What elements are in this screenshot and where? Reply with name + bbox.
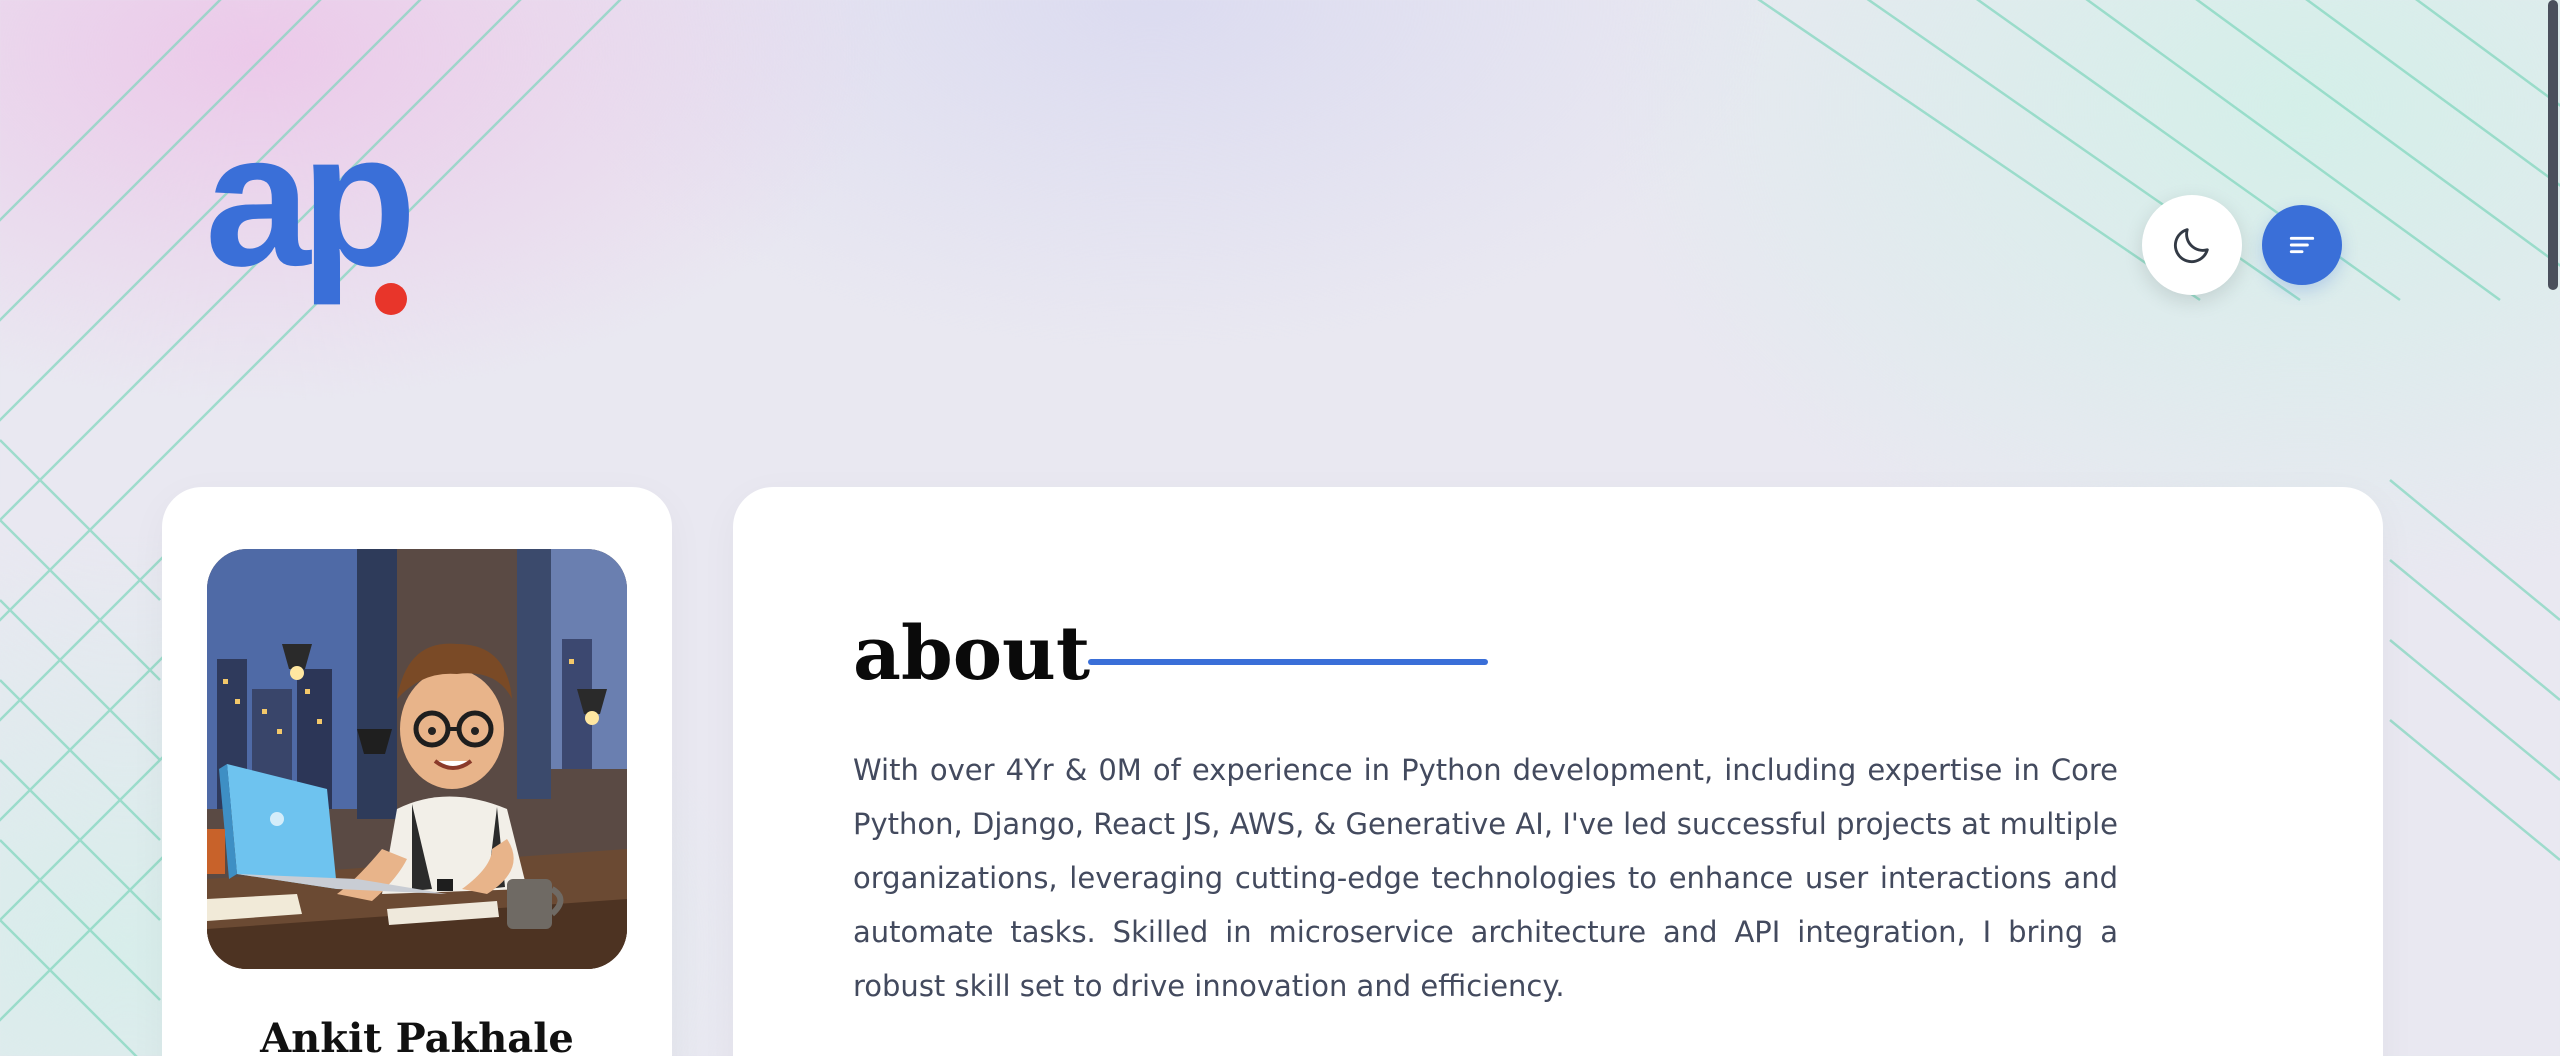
about-description: With over 4Yr & 0M of experience in Pyth… — [853, 753, 2118, 1003]
avatar — [207, 549, 627, 969]
menu-button[interactable] — [2262, 205, 2342, 285]
developer-avatar-illustration — [207, 549, 627, 969]
heading-underline — [1088, 659, 1488, 665]
logo-dot — [375, 283, 407, 315]
profile-name: Ankit Pakhale — [260, 1015, 574, 1056]
page-scrollbar[interactable] — [2546, 0, 2560, 1056]
moon-icon — [2174, 228, 2209, 263]
menu-lines-icon — [2289, 236, 2315, 254]
profile-card: Ankit Pakhale — [162, 487, 672, 1056]
theme-toggle-button[interactable] — [2142, 195, 2242, 295]
logo-text: ap — [205, 94, 417, 306]
scrollbar-thumb[interactable] — [2548, 0, 2558, 290]
site-logo[interactable]: ap — [205, 105, 420, 325]
about-heading: about — [853, 611, 1091, 697]
about-card: about With over 4Yr & 0M of experience i… — [733, 487, 2383, 1056]
